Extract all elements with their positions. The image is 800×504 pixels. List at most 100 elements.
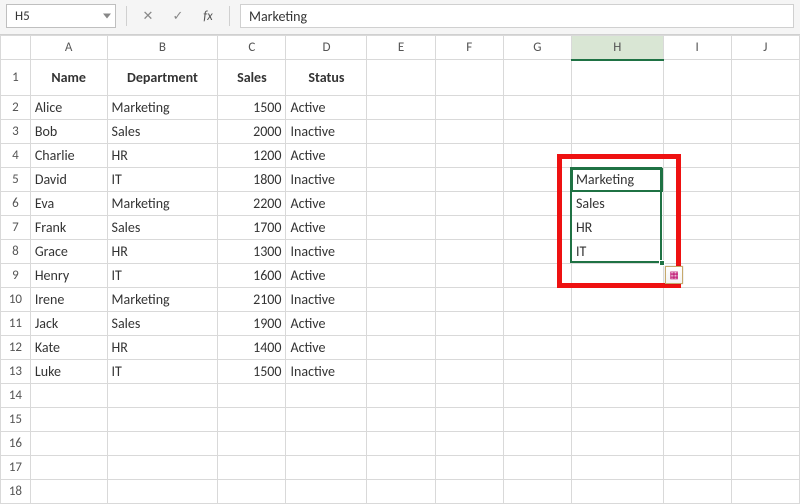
cell-E2[interactable] [367,96,435,120]
cell-J12[interactable] [731,336,799,360]
cell-F10[interactable] [435,288,503,312]
cell-J1[interactable] [731,60,799,96]
cell-G10[interactable] [503,288,571,312]
cell-C4[interactable]: 1200 [218,144,286,168]
cell-C2[interactable]: 1500 [218,96,286,120]
cell-J17[interactable] [731,456,799,480]
cell-H2[interactable] [571,96,663,120]
cell-B18[interactable] [107,480,218,504]
select-all-corner[interactable] [1,36,31,60]
cell-F5[interactable] [435,168,503,192]
cell-F7[interactable] [435,216,503,240]
column-header-H[interactable]: H [571,36,663,60]
row-header-2[interactable]: 2 [1,96,31,120]
cell-J8[interactable] [731,240,799,264]
column-header-A[interactable]: A [30,36,107,60]
cell-I13[interactable] [663,360,731,384]
cell-E1[interactable] [367,60,435,96]
cell-A2[interactable]: Alice [30,96,107,120]
row-header-5[interactable]: 5 [1,168,31,192]
column-header-D[interactable]: D [286,36,367,60]
cell-J9[interactable] [731,264,799,288]
cancel-button[interactable]: ✕ [137,5,159,27]
cell-C18[interactable] [218,480,286,504]
spreadsheet-grid[interactable]: ABCDEFGHIJ 1NameDepartmentSalesStatus2Al… [0,35,800,504]
cell-I4[interactable] [663,144,731,168]
column-header-C[interactable]: C [218,36,286,60]
cell-D8[interactable]: Inactive [286,240,367,264]
fx-button[interactable]: fx [197,5,219,27]
cell-F4[interactable] [435,144,503,168]
cell-C1[interactable]: Sales [218,60,286,96]
row-header-7[interactable]: 7 [1,216,31,240]
column-header-F[interactable]: F [435,36,503,60]
cell-G17[interactable] [503,456,571,480]
cell-I3[interactable] [663,120,731,144]
cell-E11[interactable] [367,312,435,336]
cell-I12[interactable] [663,336,731,360]
cell-C16[interactable] [218,432,286,456]
cell-H7[interactable]: HR [571,216,663,240]
cell-C15[interactable] [218,408,286,432]
cell-D3[interactable]: Inactive [286,120,367,144]
confirm-button[interactable]: ✓ [167,5,189,27]
cell-F9[interactable] [435,264,503,288]
cell-A9[interactable]: Henry [30,264,107,288]
cell-H16[interactable] [571,432,663,456]
row-header-18[interactable]: 18 [1,480,31,504]
cell-E10[interactable] [367,288,435,312]
cell-E3[interactable] [367,120,435,144]
cell-A13[interactable]: Luke [30,360,107,384]
row-header-6[interactable]: 6 [1,192,31,216]
cell-G3[interactable] [503,120,571,144]
cell-C10[interactable]: 2100 [218,288,286,312]
cell-A8[interactable]: Grace [30,240,107,264]
cell-E4[interactable] [367,144,435,168]
autofill-options-icon[interactable]: ▦ [665,266,683,284]
cell-G18[interactable] [503,480,571,504]
cell-H18[interactable] [571,480,663,504]
formula-input[interactable]: Marketing [240,4,794,28]
cell-D17[interactable] [286,456,367,480]
cell-A17[interactable] [30,456,107,480]
cell-A4[interactable]: Charlie [30,144,107,168]
cell-C13[interactable]: 1500 [218,360,286,384]
row-header-16[interactable]: 16 [1,432,31,456]
cell-J10[interactable] [731,288,799,312]
cell-B9[interactable]: IT [107,264,218,288]
cell-G6[interactable] [503,192,571,216]
row-header-3[interactable]: 3 [1,120,31,144]
cell-J5[interactable] [731,168,799,192]
cell-G2[interactable] [503,96,571,120]
cell-J15[interactable] [731,408,799,432]
cell-F1[interactable] [435,60,503,96]
cell-H3[interactable] [571,120,663,144]
cell-F15[interactable] [435,408,503,432]
column-header-B[interactable]: B [107,36,218,60]
column-header-E[interactable]: E [367,36,435,60]
cell-G7[interactable] [503,216,571,240]
cell-I16[interactable] [663,432,731,456]
cell-D11[interactable]: Active [286,312,367,336]
cell-B7[interactable]: Sales [107,216,218,240]
cell-E8[interactable] [367,240,435,264]
cell-I17[interactable] [663,456,731,480]
row-header-4[interactable]: 4 [1,144,31,168]
cell-H11[interactable] [571,312,663,336]
cell-I2[interactable] [663,96,731,120]
cell-A10[interactable]: Irene [30,288,107,312]
cell-B12[interactable]: HR [107,336,218,360]
cell-F8[interactable] [435,240,503,264]
cell-E5[interactable] [367,168,435,192]
cell-J16[interactable] [731,432,799,456]
row-header-10[interactable]: 10 [1,288,31,312]
cell-B8[interactable]: HR [107,240,218,264]
cell-B17[interactable] [107,456,218,480]
cell-D1[interactable]: Status [286,60,367,96]
cell-G12[interactable] [503,336,571,360]
cell-H5[interactable]: Marketing [571,168,663,192]
cell-C12[interactable]: 1400 [218,336,286,360]
cell-D9[interactable]: Active [286,264,367,288]
cell-A1[interactable]: Name [30,60,107,96]
cell-D2[interactable]: Active [286,96,367,120]
